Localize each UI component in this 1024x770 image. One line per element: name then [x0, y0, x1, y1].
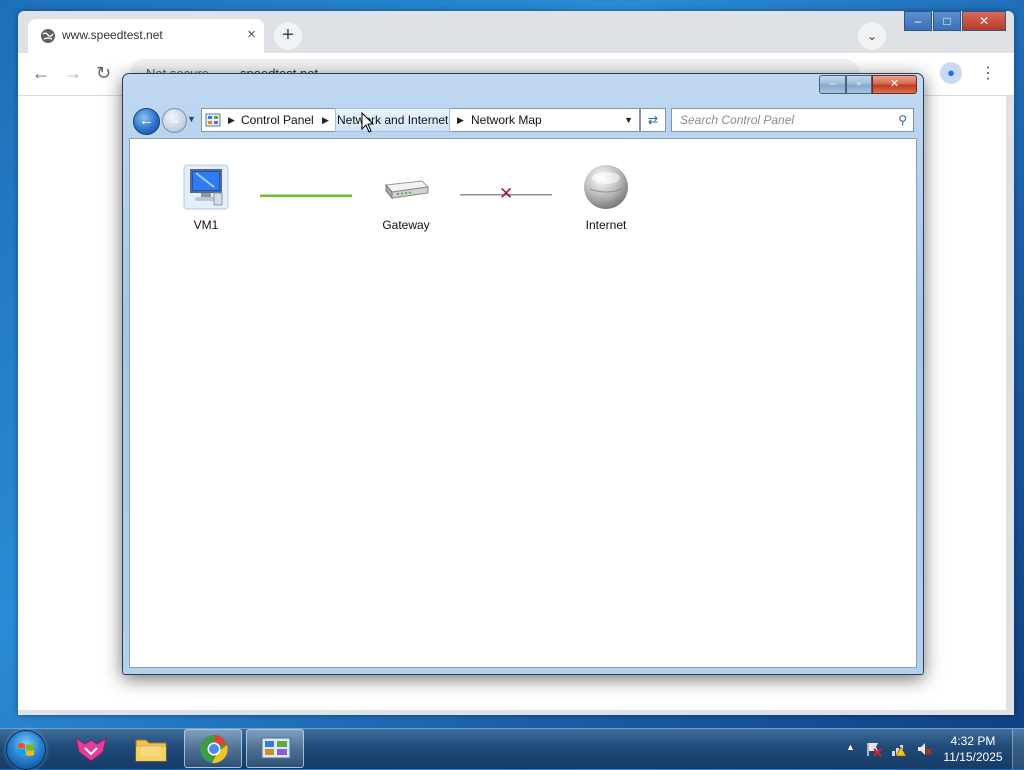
- browser-restore-button[interactable]: □: [933, 11, 961, 31]
- browser-tab[interactable]: www.speedtest.net ×: [28, 19, 264, 53]
- address-breadcrumb-bar[interactable]: ▶ Control Panel ▶ Network and Internet ▶…: [201, 108, 640, 132]
- browser-close-button[interactable]: ✕: [962, 11, 1006, 31]
- node-label: Internet: [585, 218, 627, 232]
- breadcrumb-network-map[interactable]: Network Map: [471, 109, 542, 131]
- refresh-button[interactable]: ⇄: [640, 108, 666, 132]
- clock-date: 11/15/2025: [943, 750, 1003, 764]
- connection-line-ok: [260, 194, 352, 197]
- clock-time: 4:32 PM: [950, 734, 996, 748]
- network-node-internet[interactable]: Internet: [566, 163, 646, 232]
- disconnected-x-icon[interactable]: ✕: [499, 184, 513, 204]
- breadcrumb-separator-icon[interactable]: ▶: [322, 109, 329, 131]
- tab-close-button[interactable]: ×: [247, 26, 256, 43]
- browser-minimize-button[interactable]: –: [904, 11, 932, 31]
- show-desktop-button[interactable]: [1012, 729, 1024, 769]
- computer-icon: [183, 164, 229, 210]
- back-arrow-icon[interactable]: ←: [32, 63, 50, 84]
- profile-icon[interactable]: ●: [940, 62, 962, 84]
- globe-icon: [584, 165, 628, 209]
- address-dropdown-icon[interactable]: ▼: [624, 109, 633, 131]
- search-box[interactable]: Search Control Panel ⚲: [671, 108, 914, 132]
- taskbar: ▲ 4:32 PM 11/15/2025: [0, 728, 1024, 770]
- maximize-button[interactable]: ▫: [846, 75, 872, 94]
- globe-icon: [41, 29, 55, 43]
- tab-title: www.speedtest.net: [62, 28, 163, 42]
- network-node-vm1[interactable]: VM1: [166, 163, 246, 232]
- reload-icon[interactable]: ↻: [96, 63, 111, 84]
- close-button[interactable]: ✕: [872, 75, 917, 94]
- network-map-area: VM1 Gateway ✕ Internet: [129, 138, 917, 668]
- breadcrumb-separator-icon[interactable]: ▶: [457, 109, 464, 131]
- back-button[interactable]: ←: [133, 108, 160, 135]
- browser-window-controls: – □ ✕: [903, 11, 1006, 31]
- action-center-flag-icon[interactable]: [866, 741, 882, 757]
- new-tab-button[interactable]: +: [274, 22, 302, 50]
- tab-search-button[interactable]: ⌄: [858, 22, 886, 50]
- volume-muted-icon[interactable]: [916, 741, 932, 757]
- network-warning-icon[interactable]: [891, 741, 907, 757]
- system-clock[interactable]: 4:32 PM 11/15/2025: [940, 733, 1006, 765]
- node-label: VM1: [193, 218, 219, 232]
- node-label: Gateway: [382, 218, 430, 232]
- window-controls: – ▫ ✕: [819, 75, 917, 94]
- forward-button[interactable]: →: [162, 108, 187, 133]
- router-icon: [385, 180, 430, 200]
- recent-pages-dropdown[interactable]: ▼: [187, 114, 196, 124]
- mouse-cursor-icon: [361, 112, 375, 133]
- breadcrumb-control-panel[interactable]: Control Panel: [241, 109, 314, 131]
- system-tray: ▲: [0, 729, 1024, 769]
- menu-icon[interactable]: ⋮: [980, 63, 996, 83]
- network-node-gateway[interactable]: Gateway: [366, 163, 446, 232]
- breadcrumb-network-and-internet[interactable]: Network and Internet: [335, 108, 451, 132]
- forward-arrow-icon[interactable]: →: [64, 63, 82, 84]
- minimize-button[interactable]: –: [819, 75, 846, 94]
- control-panel-window: – ▫ ✕ ← → ▼ ▶ Control Panel ▶ Network an…: [122, 73, 924, 675]
- breadcrumb-separator-icon[interactable]: ▶: [228, 109, 235, 131]
- search-placeholder: Search Control Panel: [680, 113, 795, 127]
- search-icon[interactable]: ⚲: [898, 109, 907, 131]
- show-hidden-icons-icon[interactable]: ▲: [846, 742, 855, 752]
- control-panel-icon: [205, 113, 221, 127]
